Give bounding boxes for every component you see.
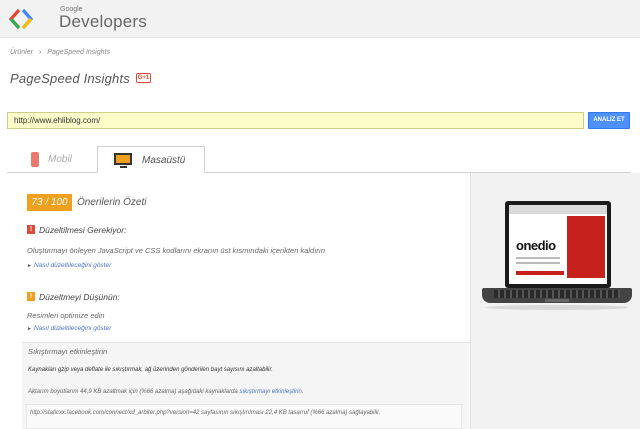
tab-desktop[interactable]: Masaüstü <box>97 146 205 173</box>
breadcrumb-item-products[interactable]: Ürünler <box>10 49 33 56</box>
must-fix-title: Düzeltilmesi Gerekiyor: <box>39 225 127 235</box>
breadcrumb: Ürünler › PageSpeed Insights <box>10 49 110 56</box>
detail-summary-line: Aktarım boyutlarını 44,9 KB azaltmak içi… <box>28 389 303 395</box>
gplus-button[interactable]: G+1 <box>136 73 151 83</box>
detail-description: Kaynakları gzip veya deflate ile sıkıştı… <box>28 367 273 373</box>
laptop-screen: onedio <box>509 205 607 284</box>
resource-list-box <box>26 404 462 429</box>
top-header: Google Developers <box>0 0 640 38</box>
triangle-right-icon: ► <box>27 326 32 332</box>
laptop-screen-frame: onedio <box>505 201 611 288</box>
resource-list-item: http://staticxx.facebook.com/connect/xd_… <box>30 410 381 416</box>
score-summary-title: Önerilerin Özeti <box>77 197 147 208</box>
page-title: PageSpeed Insights <box>10 71 130 86</box>
must-fix-description: Oluşturmayı önleyen JavaScript ve CSS ko… <box>27 246 326 255</box>
exclamation-red-icon: ! <box>27 225 35 234</box>
laptop-touchpad <box>545 299 569 302</box>
preview-red-block <box>567 216 605 278</box>
consider-fix-show-link[interactable]: ► Nasıl düzeltileceğini göster <box>27 325 111 332</box>
score-badge: 73 / 100 <box>27 194 72 211</box>
preview-site-brand: onedio <box>516 238 556 253</box>
triangle-right-icon: ► <box>27 263 32 269</box>
enable-compression-link[interactable]: sıkıştırmayı etkinleştirin <box>239 389 301 395</box>
laptop-shadow <box>486 305 628 310</box>
preview-text-line <box>516 262 560 264</box>
google-developers-logo-icon[interactable] <box>8 6 34 32</box>
desktop-monitor-icon <box>114 153 132 168</box>
exclamation-orange-icon: ! <box>27 292 35 301</box>
preview-topbar <box>509 205 607 214</box>
detail-summary-suffix: . <box>301 389 304 395</box>
consider-fix-description: Resimleri optimize edin <box>27 311 105 320</box>
logo-developers-text[interactable]: Developers <box>59 12 147 32</box>
analyze-button[interactable]: ANALİZ ET <box>588 112 630 129</box>
tab-mobile[interactable]: Mobil <box>28 146 88 173</box>
consider-fix-show-link-label: Nasıl düzeltileceğini göster <box>33 325 112 332</box>
tab-mobile-label: Mobil <box>48 154 72 165</box>
must-fix-show-link-label: Nasıl düzeltileceğini göster <box>33 262 112 269</box>
detail-summary-prefix: Aktarım boyutlarını 44,9 KB azaltmak içi… <box>28 389 240 395</box>
detail-title[interactable]: Sıkıştırmayı etkinleştirin <box>28 347 107 356</box>
laptop-keyboard <box>494 290 620 298</box>
preview-red-line <box>516 271 564 275</box>
tab-desktop-label: Masaüstü <box>142 155 186 166</box>
mobile-phone-icon <box>31 152 39 167</box>
consider-fix-title: Düzeltmeyi Düşünün: <box>39 292 120 302</box>
must-fix-show-link[interactable]: ► Nasıl düzeltileceğini göster <box>27 262 111 269</box>
breadcrumb-separator: › <box>38 49 42 56</box>
laptop-screenshot-preview: onedio <box>482 201 632 316</box>
preview-text-line <box>516 257 560 259</box>
breadcrumb-item-pagespeed[interactable]: PageSpeed Insights <box>47 49 110 56</box>
url-input[interactable] <box>7 112 584 129</box>
